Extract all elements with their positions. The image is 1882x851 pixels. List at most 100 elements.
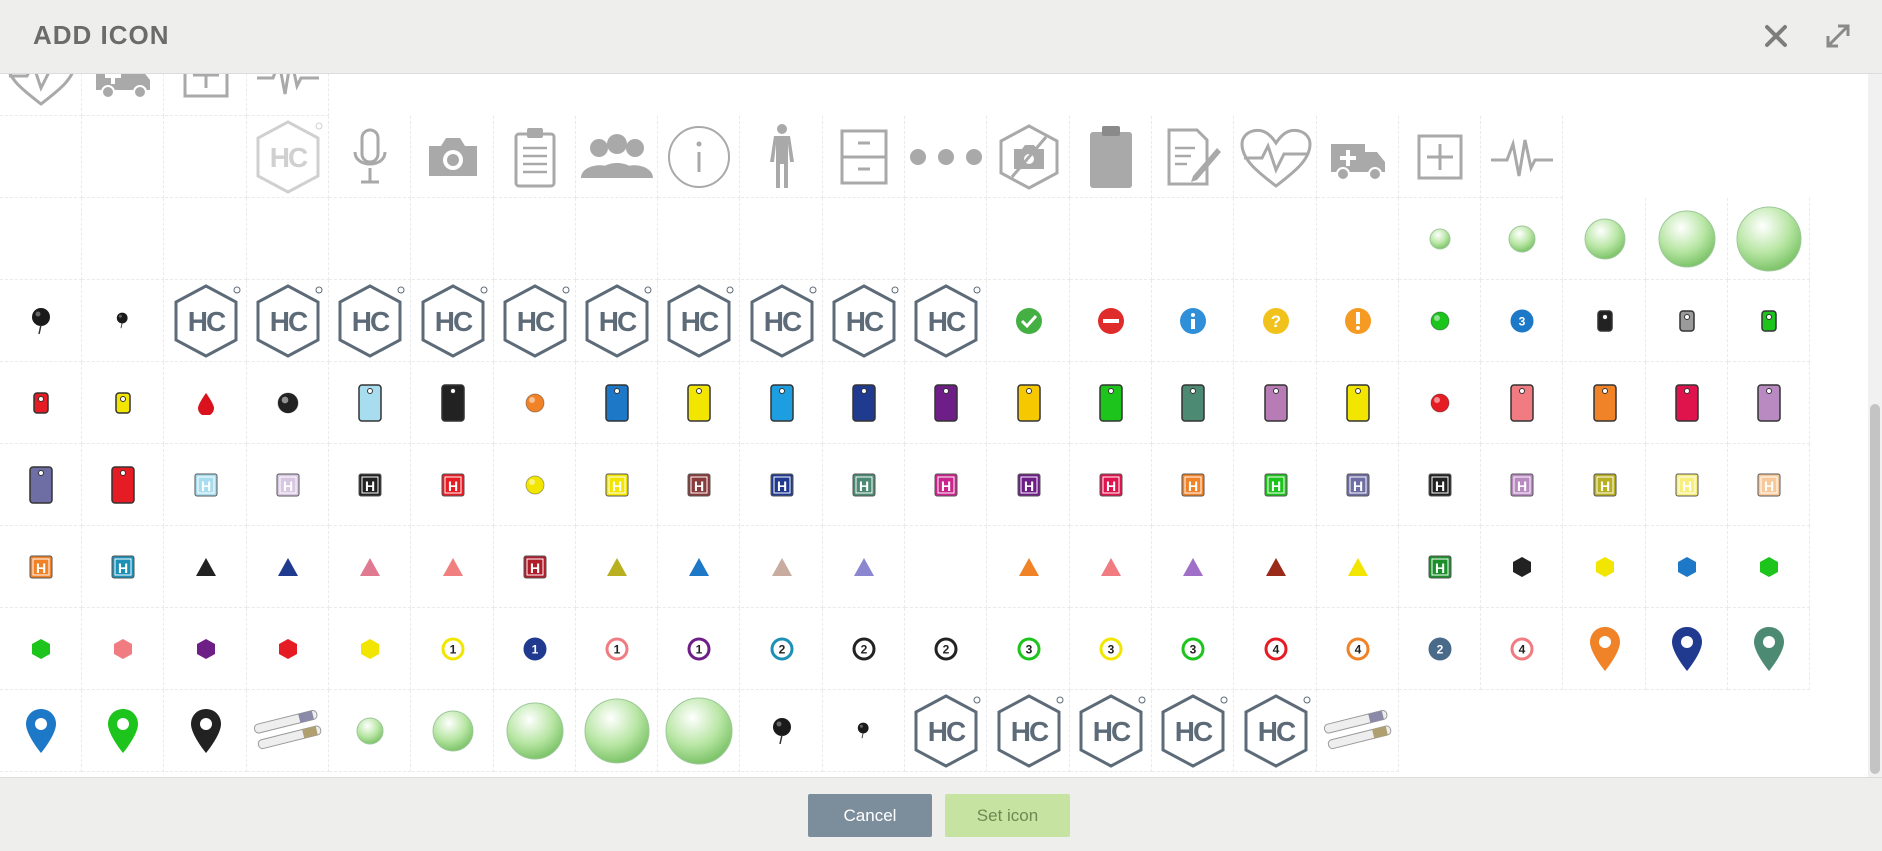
h-square-darkgreen-icon-cell[interactable]: H bbox=[1399, 526, 1481, 608]
tag-crimson-icon-cell[interactable] bbox=[1646, 362, 1728, 444]
hc-badge-icon-cell[interactable]: HC bbox=[412, 280, 494, 362]
exclamation-orange-icon-cell[interactable] bbox=[1317, 280, 1399, 362]
number-2-steel-icon-cell[interactable]: 2 bbox=[1399, 608, 1481, 690]
info-circle-gray-icon-cell[interactable] bbox=[658, 116, 740, 198]
tag-lilac-icon-cell[interactable] bbox=[1235, 362, 1317, 444]
hc-badge-icon-cell[interactable]: HC bbox=[741, 280, 823, 362]
map-pin-black-icon-cell[interactable] bbox=[165, 690, 247, 772]
number-2-black-icon-cell[interactable]: 2 bbox=[823, 608, 905, 690]
green-orb-m-icon-cell[interactable] bbox=[1564, 198, 1646, 280]
pulse-line-gray-icon-cell[interactable] bbox=[247, 74, 329, 116]
test-tubes-icon-cell[interactable] bbox=[1317, 690, 1399, 772]
group-gray-icon-cell[interactable] bbox=[576, 116, 658, 198]
dot-orange-icon-cell[interactable] bbox=[494, 362, 576, 444]
tag-green-small-icon-cell[interactable] bbox=[1728, 280, 1810, 362]
tag-gold-icon-cell[interactable] bbox=[988, 362, 1070, 444]
dot-red-icon-cell[interactable] bbox=[1399, 362, 1481, 444]
green-orb-xxl-icon-cell[interactable] bbox=[658, 690, 740, 772]
number-4-orange-icon-cell[interactable]: 4 bbox=[1317, 608, 1399, 690]
tag-mauve-icon-cell[interactable] bbox=[1728, 362, 1810, 444]
close-button[interactable] bbox=[1758, 18, 1794, 54]
h-square-black-icon-cell[interactable]: H bbox=[329, 444, 411, 526]
dot-black-icon-cell[interactable] bbox=[247, 362, 329, 444]
number-4-red-icon-cell[interactable]: 4 bbox=[1235, 608, 1317, 690]
hexagon-pink-icon-cell[interactable] bbox=[82, 608, 164, 690]
hc-badge-icon-cell[interactable]: HC bbox=[823, 280, 905, 362]
heart-pulse-gray-icon-cell[interactable] bbox=[0, 74, 82, 116]
triangle-black-icon-cell[interactable] bbox=[165, 526, 247, 608]
hc-badge-icon-cell[interactable]: HC bbox=[1235, 690, 1317, 772]
tag-green-icon-cell[interactable] bbox=[1070, 362, 1152, 444]
no-camera-gray-icon-cell[interactable] bbox=[988, 116, 1070, 198]
h-square-teal-icon-cell[interactable]: H bbox=[823, 444, 905, 526]
h-square-darkred-icon-cell[interactable]: H bbox=[494, 526, 576, 608]
number-2-cyan-icon-cell[interactable]: 2 bbox=[741, 608, 823, 690]
number-3-green-icon-cell[interactable]: 3 bbox=[1152, 608, 1234, 690]
hc-badge-light-icon-cell[interactable]: HC bbox=[247, 116, 329, 198]
triangle-beige-icon-cell[interactable] bbox=[741, 526, 823, 608]
tag-red-icon-cell[interactable] bbox=[82, 444, 164, 526]
ambulance-gray-icon-cell[interactable] bbox=[82, 74, 164, 116]
tag-navy-icon-cell[interactable] bbox=[823, 362, 905, 444]
number-1-yellow-icon-cell[interactable]: 1 bbox=[412, 608, 494, 690]
h-square-mauve-icon-cell[interactable]: H bbox=[1481, 444, 1563, 526]
hc-badge-icon-cell[interactable]: HC bbox=[1152, 690, 1234, 772]
dot-yellow-icon-cell[interactable] bbox=[494, 444, 576, 526]
h-square-lightblue-icon-cell[interactable]: H bbox=[165, 444, 247, 526]
hexagon-yellow-icon-cell[interactable] bbox=[329, 608, 411, 690]
map-pin-teal-icon-cell[interactable] bbox=[1728, 608, 1810, 690]
clipboard-solid-gray-icon-cell[interactable] bbox=[1070, 116, 1152, 198]
triangle-salmon-icon-cell[interactable] bbox=[412, 526, 494, 608]
triangle-blue-icon-cell[interactable] bbox=[658, 526, 740, 608]
tag-yellow-b-icon-cell[interactable] bbox=[1317, 362, 1399, 444]
tag-gray-small-icon-cell[interactable] bbox=[1646, 280, 1728, 362]
triangle-orange-icon-cell[interactable] bbox=[988, 526, 1070, 608]
plus-box-gray-icon-cell[interactable] bbox=[1399, 116, 1481, 198]
hc-badge-icon-cell[interactable]: HC bbox=[988, 690, 1070, 772]
map-pin-orange-icon-cell[interactable] bbox=[1564, 608, 1646, 690]
hexagon-green-icon-cell[interactable] bbox=[1728, 526, 1810, 608]
cancel-button[interactable]: Cancel bbox=[808, 794, 932, 837]
triangle-violet-icon-cell[interactable] bbox=[1152, 526, 1234, 608]
h-square-navy-icon-cell[interactable]: H bbox=[741, 444, 823, 526]
clipboard-gray-icon-cell[interactable] bbox=[494, 116, 576, 198]
hc-badge-icon-cell[interactable]: HC bbox=[905, 690, 987, 772]
tag-skyblue-icon-cell[interactable] bbox=[741, 362, 823, 444]
h-square-olive-icon-cell[interactable]: H bbox=[1564, 444, 1646, 526]
triangle-pink-icon-cell[interactable] bbox=[1070, 526, 1152, 608]
tag-yellow-icon-cell[interactable] bbox=[658, 362, 740, 444]
triangle-yellow-icon-cell[interactable] bbox=[1317, 526, 1399, 608]
green-orb-l-icon-cell[interactable] bbox=[494, 690, 576, 772]
h-square-lightyellow-icon-cell[interactable]: H bbox=[1646, 444, 1728, 526]
edit-document-gray-icon-cell[interactable] bbox=[1152, 116, 1234, 198]
number-3-blue-icon-cell[interactable]: 3 bbox=[1481, 280, 1563, 362]
hc-badge-icon-cell[interactable]: HC bbox=[329, 280, 411, 362]
green-orb-l-icon-cell[interactable] bbox=[1646, 198, 1728, 280]
human-body-gray-icon-cell[interactable] bbox=[741, 116, 823, 198]
ambulance-gray-icon-cell[interactable] bbox=[1317, 116, 1399, 198]
plus-box-gray-icon-cell[interactable] bbox=[165, 74, 247, 116]
map-pin-navy-icon-cell[interactable] bbox=[1646, 608, 1728, 690]
expand-button[interactable] bbox=[1820, 18, 1856, 54]
question-yellow-icon-cell[interactable]: ? bbox=[1235, 280, 1317, 362]
pushpin-black-small-icon-cell[interactable] bbox=[82, 280, 164, 362]
hc-badge-icon-cell[interactable]: HC bbox=[494, 280, 576, 362]
minus-red-icon-cell[interactable] bbox=[1070, 280, 1152, 362]
hc-badge-icon-cell[interactable]: HC bbox=[576, 280, 658, 362]
green-orb-m-icon-cell[interactable] bbox=[412, 690, 494, 772]
tag-blue-icon-cell[interactable] bbox=[576, 362, 658, 444]
green-orb-s-icon-cell[interactable] bbox=[1481, 198, 1563, 280]
tag-black-small-icon-cell[interactable] bbox=[1564, 280, 1646, 362]
number-4-pink-icon-cell[interactable]: 4 bbox=[1481, 608, 1563, 690]
tag-teal-icon-cell[interactable] bbox=[1152, 362, 1234, 444]
tag-pink-icon-cell[interactable] bbox=[1481, 362, 1563, 444]
hexagon-yellow-icon-cell[interactable] bbox=[1564, 526, 1646, 608]
hexagon-black-icon-cell[interactable] bbox=[1481, 526, 1563, 608]
triangle-maroon-icon-cell[interactable] bbox=[1235, 526, 1317, 608]
set-icon-button[interactable]: Set icon bbox=[945, 794, 1070, 837]
dot-green-icon-cell[interactable] bbox=[1399, 280, 1481, 362]
tag-black-icon-cell[interactable] bbox=[412, 362, 494, 444]
dots-gray-icon-cell[interactable] bbox=[905, 116, 987, 198]
h-square-peach-icon-cell[interactable]: H bbox=[1728, 444, 1810, 526]
h-square-lavender-icon-cell[interactable]: H bbox=[247, 444, 329, 526]
